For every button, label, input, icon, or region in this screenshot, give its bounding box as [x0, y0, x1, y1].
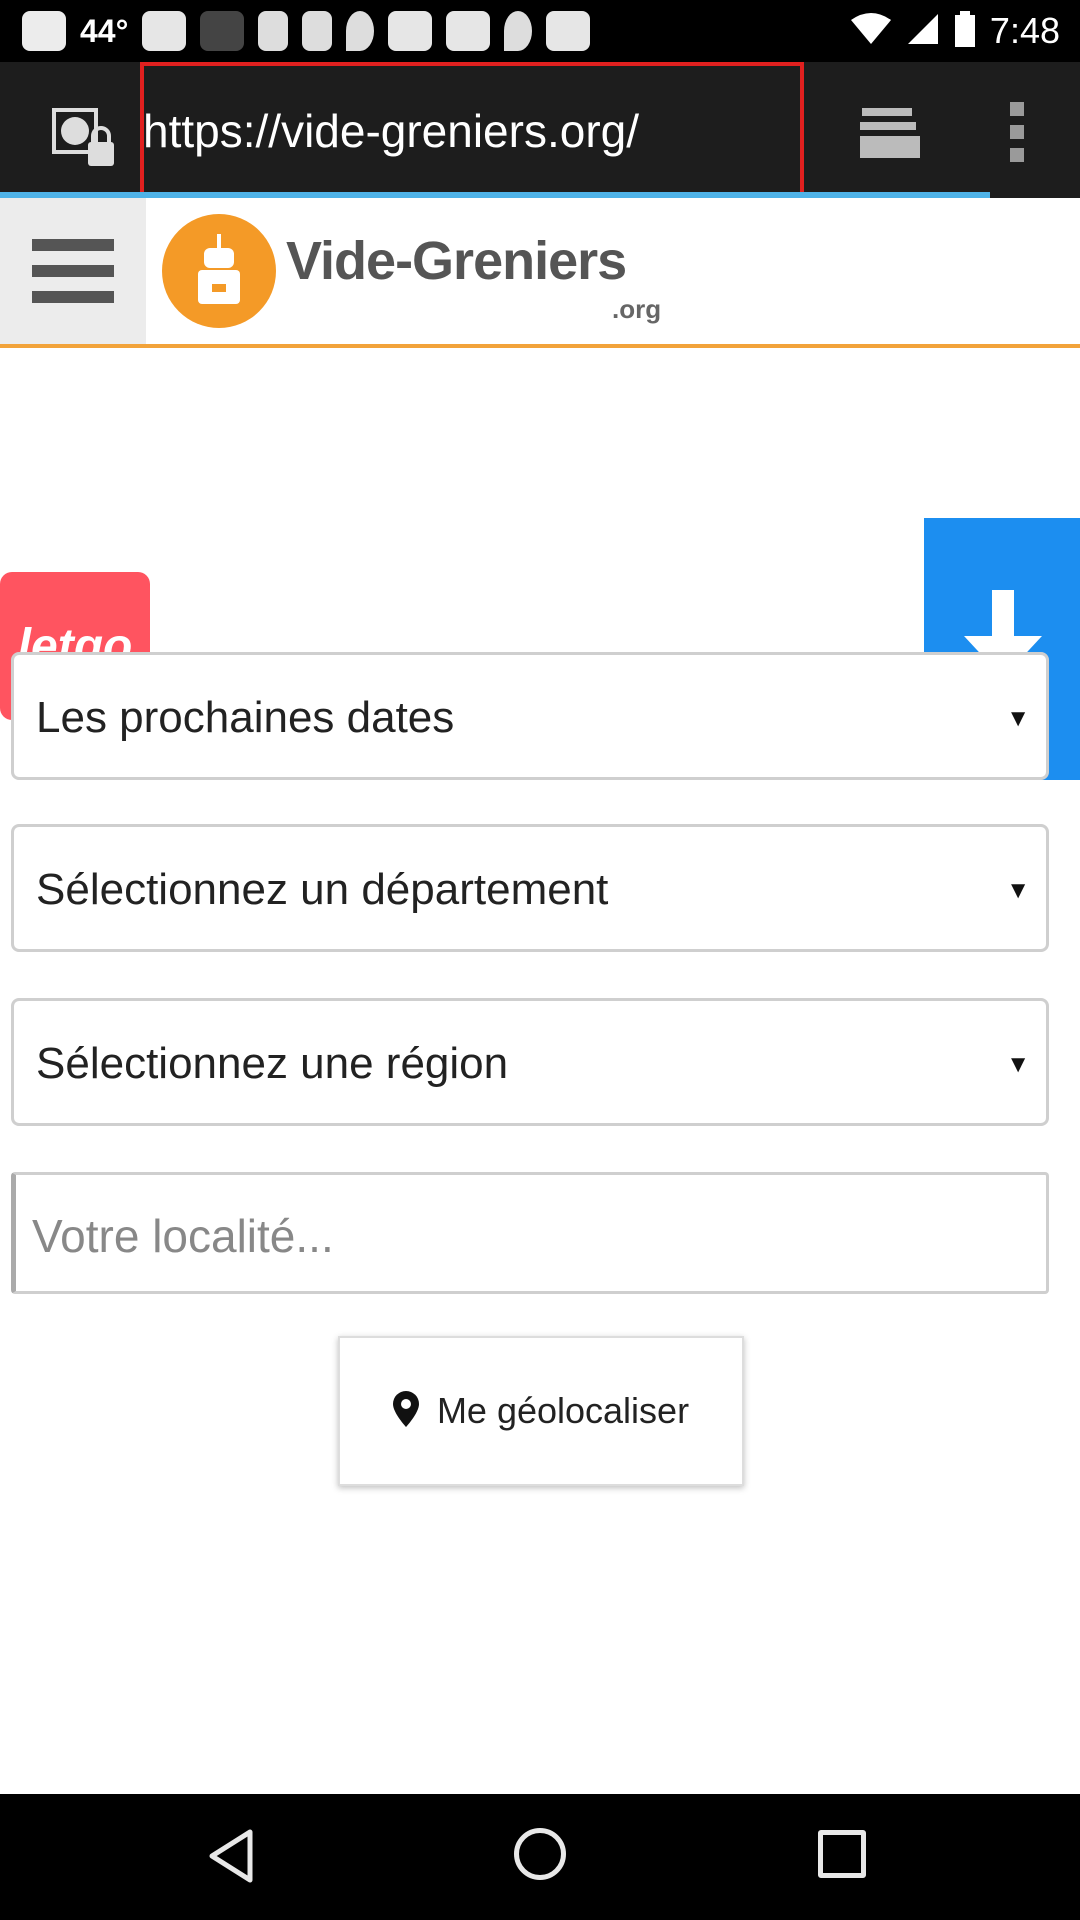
locality-input[interactable]: Votre localité...	[11, 1172, 1049, 1294]
logo-text: Vide-Greniers	[286, 231, 627, 291]
department-select[interactable]: Sélectionnez un département ▼	[11, 824, 1049, 952]
site-logo[interactable]: Vide-Greniers .org	[160, 210, 680, 334]
url-bar[interactable]: https://vide-greniers.org/	[143, 104, 639, 158]
status-left: 44°	[22, 10, 591, 52]
clock-text: 7:48	[989, 10, 1060, 51]
chevron-down-icon: ▼	[1006, 1051, 1030, 1078]
status-bar: 44° 7:48	[0, 0, 1080, 62]
overflow-menu-icon[interactable]	[1004, 102, 1030, 162]
map-pin-icon	[392, 1390, 419, 1432]
messages-icon	[22, 11, 66, 51]
notification-icon-2	[388, 11, 433, 51]
back-icon[interactable]	[206, 1828, 256, 1889]
temperature-text: 44°	[80, 12, 129, 49]
coffee-grinder-icon	[162, 214, 276, 328]
navigation-bar	[0, 1794, 1080, 1920]
geolocate-button[interactable]: Me géolocaliser	[338, 1336, 744, 1486]
tabs-icon[interactable]	[858, 104, 924, 160]
department-select-label: Sélectionnez un département	[36, 865, 609, 914]
location-icon	[346, 11, 375, 51]
chevron-down-icon: ▼	[1006, 877, 1030, 904]
notification-icon-3	[446, 11, 491, 51]
web-page: Vide-Greniers .org letgo ★★★★⯪ Les proch…	[0, 198, 1080, 1794]
notification-icon-4	[546, 11, 591, 51]
dates-select-label: Les prochaines dates	[36, 693, 455, 742]
hamburger-menu-button[interactable]	[0, 198, 146, 344]
dates-select[interactable]: Les prochaines dates ▼	[11, 652, 1049, 780]
region-select-label: Sélectionnez une région	[36, 1039, 509, 1088]
flag-icon-2	[302, 11, 333, 51]
chevron-down-icon: ▼	[1006, 705, 1030, 732]
flag-icon	[258, 11, 289, 51]
location-icon-2	[504, 11, 533, 51]
notification-icon	[142, 11, 187, 51]
wifi-icon	[850, 12, 892, 51]
pop-app-icon	[200, 11, 245, 51]
battery-icon	[954, 10, 976, 52]
region-select[interactable]: Sélectionnez une région ▼	[11, 998, 1049, 1126]
locality-placeholder: Votre localité...	[32, 1210, 334, 1262]
signal-icon	[906, 12, 940, 51]
browser-toolbar: https://vide-greniers.org/	[0, 62, 1080, 198]
site-security-icon[interactable]	[52, 108, 118, 170]
status-right: 7:48	[850, 10, 1060, 52]
geolocate-label: Me géolocaliser	[436, 1390, 690, 1431]
home-icon[interactable]	[514, 1828, 566, 1880]
site-header: Vide-Greniers .org	[0, 198, 1080, 348]
logo-subtext: .org	[612, 294, 662, 324]
recent-apps-icon[interactable]	[818, 1830, 866, 1878]
